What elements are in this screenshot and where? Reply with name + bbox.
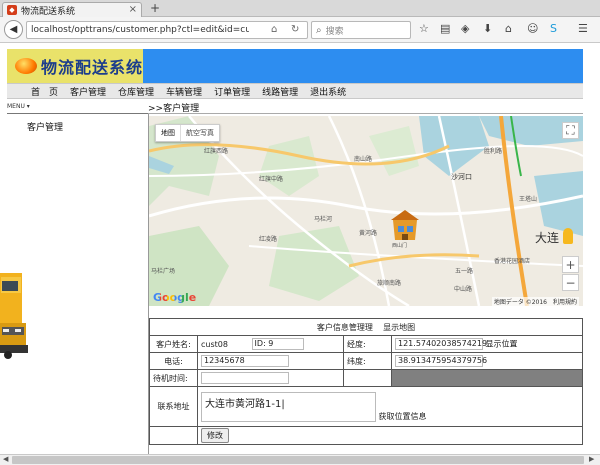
zoom-in-button[interactable]: + — [562, 256, 579, 273]
browser-tab[interactable]: ◆ 物流配送系统 × — [2, 2, 142, 17]
menu-item-home[interactable]: 首 页 — [31, 85, 58, 98]
map-label: 沙河口 — [451, 173, 472, 181]
get-position-link[interactable]: 获取位置信息 — [379, 412, 427, 421]
menu-icon[interactable]: ☰ — [578, 22, 588, 35]
scroll-left-icon[interactable]: ◀ — [3, 455, 8, 463]
map-type-satellite[interactable]: 航空写真 — [180, 125, 219, 141]
breadcrumb: >>客户管理 — [148, 101, 583, 114]
menu-item-warehouse[interactable]: 仓库管理 — [118, 85, 154, 98]
download-icon[interactable]: ⬇ — [483, 22, 492, 35]
map-type-toggle: 地图 航空写真 — [155, 124, 220, 142]
address-label: 联系地址 — [149, 386, 198, 427]
map-label: 黄河路 — [359, 230, 378, 237]
google-logo: Google — [153, 291, 197, 304]
scroll-thumb[interactable] — [12, 456, 584, 464]
logo-orb-icon — [15, 58, 37, 74]
menu-item-routes[interactable]: 线路管理 — [262, 85, 298, 98]
reload-icon[interactable]: ↻ — [291, 24, 299, 35]
menu-item-logout[interactable]: 退出系统 — [310, 85, 346, 98]
close-tab-icon[interactable]: × — [129, 4, 137, 15]
latitude-field[interactable]: 38.913475954379756 — [395, 355, 487, 367]
map-label: 中山路 — [454, 286, 473, 293]
menu-item-vehicles[interactable]: 车辆管理 — [166, 85, 202, 98]
form-caption: 客户信息管理理 显示地图 — [149, 318, 583, 336]
longitude-field[interactable]: 121.57402038574219 — [395, 338, 487, 350]
map-label: 红旗中路 — [259, 176, 284, 183]
map-label: 胜利路 — [484, 148, 503, 155]
fullscreen-icon[interactable]: ⛶ — [562, 122, 579, 139]
menu-item-customers[interactable]: 客户管理 — [70, 85, 106, 98]
map-tiles — [149, 116, 583, 306]
map-label: 王塔山 — [519, 196, 538, 203]
map-view[interactable]: 地图 航空写真 ⛶ + − 大连 红旗西路 红旗中路 红凌路 马栏河 黄河路 沙… — [149, 116, 583, 306]
back-button[interactable]: ◀ — [4, 20, 23, 39]
header-banner — [143, 49, 583, 83]
gray-cell — [391, 369, 583, 387]
standby-time-field[interactable] — [201, 372, 289, 384]
map-label: 马栏广场 — [151, 268, 176, 275]
search-placeholder: 搜索 — [325, 26, 344, 37]
side-menu-header[interactable]: MENU ▾ — [7, 103, 30, 110]
map-label: 南山路 — [354, 156, 373, 163]
main-menu: 首 页 客户管理 仓库管理 车辆管理 订单管理 线路管理 退出系统 — [7, 83, 583, 99]
id-field[interactable]: ID: 9 — [251, 338, 304, 350]
search-icon: ⌕ — [316, 24, 322, 36]
browser-tab-bar: ◆ 物流配送系统 × + — [0, 0, 600, 17]
smiley-icon[interactable]: ☺ — [527, 22, 538, 35]
map-attribution[interactable]: 地图データ ©2016 利用規約 — [491, 297, 579, 306]
customer-marker-icon[interactable] — [389, 206, 421, 244]
bookmark-star-icon[interactable]: ☆ — [419, 22, 429, 35]
lng-label: 经度: — [343, 335, 392, 353]
reading-list-icon[interactable]: ▤ — [440, 22, 450, 35]
customer-info-form: 客户信息管理理 显示地图 客户姓名: cust08 ID: 9 经度: 121.… — [149, 318, 583, 445]
address-textarea[interactable]: 大连市黄河路1-1| — [201, 391, 376, 422]
site-logo: 物流配送系统 — [7, 49, 143, 83]
menu-item-orders[interactable]: 订单管理 — [214, 85, 250, 98]
name-value[interactable]: cust08 — [201, 340, 249, 349]
address-bar[interactable]: i localhost/opttrans/customer.php?ctl=ed… — [26, 21, 308, 306]
map-label: 红旗西路 — [204, 148, 229, 155]
url-text: localhost/opttrans/customer.php?ctl=edit… — [31, 25, 249, 35]
map-label: 旅顺南路 — [377, 280, 402, 287]
logo-title: 物流配送系统 — [41, 58, 144, 77]
side-link-customers[interactable]: 客户管理 — [27, 120, 63, 133]
home-icon[interactable]: ⌂ — [505, 22, 512, 35]
street-view-pegman-icon[interactable] — [563, 228, 573, 244]
form-title: 客户信息管理理 — [316, 322, 373, 332]
map-type-map[interactable]: 地图 — [156, 125, 180, 141]
map-label: 马栏河 — [314, 216, 333, 223]
phone-field[interactable]: 12345678 — [201, 355, 289, 367]
browser-nav-bar: ◀ i localhost/opttrans/customer.php?ctl=… — [0, 17, 600, 306]
pocket-icon[interactable]: ◈ — [461, 22, 469, 35]
favicon-icon: ◆ — [7, 5, 17, 15]
map-label: 五一路 — [455, 268, 474, 275]
map-label: 西山门 — [392, 243, 408, 249]
tab-title: 物流配送系统 — [21, 6, 76, 17]
home-site-icon[interactable]: ⌂ — [271, 24, 277, 35]
standby-time-label: 待机时间: — [149, 369, 198, 387]
show-position-link[interactable]: 显示位置 — [486, 340, 518, 349]
map-label: 香港花园酒店 — [494, 258, 531, 265]
submit-edit-button[interactable]: 修改 — [201, 428, 229, 443]
lat-label: 纬度: — [343, 352, 392, 370]
page-content: 物流配送系统 首 页 客户管理 仓库管理 车辆管理 订单管理 线路管理 退出系统… — [0, 43, 600, 454]
name-label: 客户姓名: — [149, 335, 198, 353]
side-divider — [7, 113, 148, 114]
map-label: 红凌路 — [259, 236, 278, 243]
map-city-label: 大连 — [535, 231, 560, 245]
zoom-out-button[interactable]: − — [562, 274, 579, 291]
scroll-right-icon[interactable]: ▶ — [589, 455, 594, 463]
show-map-link[interactable]: 显示地图 — [383, 323, 415, 332]
skype-icon[interactable]: S — [550, 22, 557, 35]
new-tab-button[interactable]: + — [150, 1, 160, 15]
search-input[interactable]: ⌕ 搜索 — [311, 21, 411, 39]
horizontal-scrollbar[interactable]: ◀ ▶ — [0, 454, 600, 465]
truck-image — [0, 273, 28, 359]
phone-label: 电话: — [149, 352, 198, 370]
